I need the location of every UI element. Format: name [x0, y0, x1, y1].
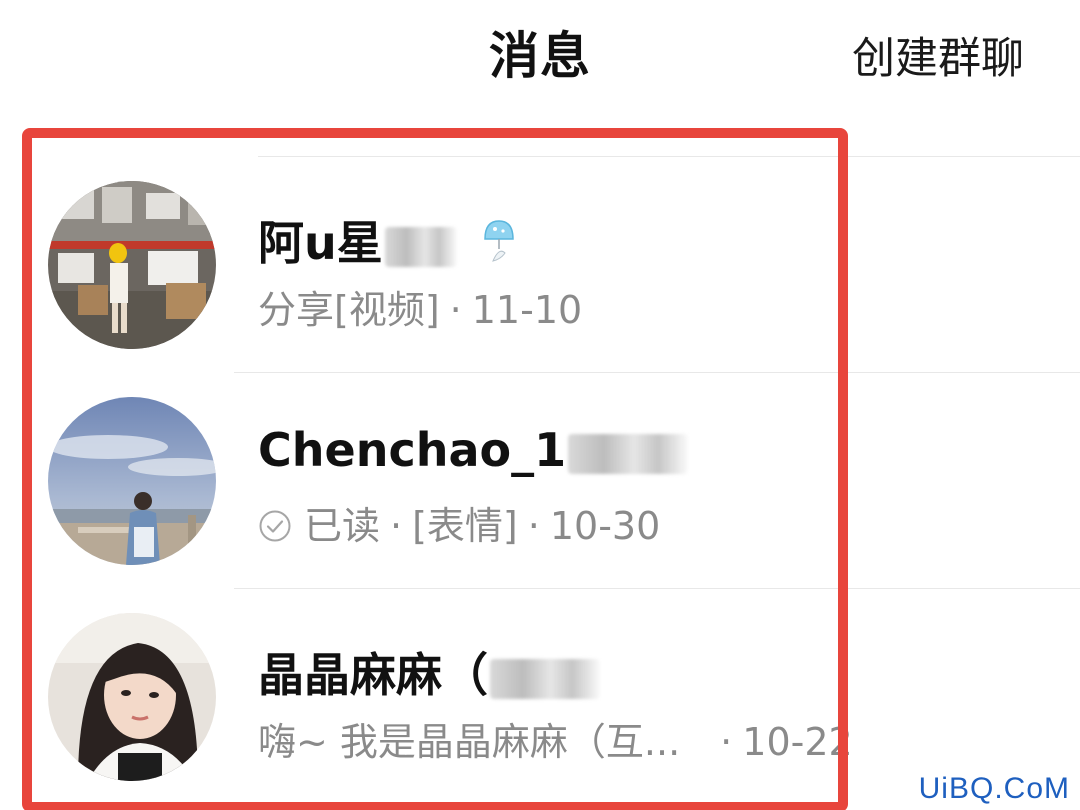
timestamp: 11-10 — [471, 288, 583, 332]
avatar[interactable] — [48, 397, 216, 565]
timestamp: 10-30 — [549, 504, 661, 548]
watermark: UiBQ.CoM — [918, 772, 1070, 805]
avatar[interactable] — [48, 613, 216, 781]
conversation-item[interactable]: 阿u星 分享[视频] · 11-10 — [0, 157, 1080, 373]
conversation-preview: 分享[视频] · 11-10 — [258, 279, 582, 334]
wind-chime-icon — [479, 217, 519, 276]
messages-screen: 消息 创建群聊 阿u星 分享[视频] · 11-10 Chenchao_1 已读… — [0, 0, 1080, 810]
separator: · — [527, 504, 540, 548]
preview-text: 嗨~ 我是晶晶麻麻（互... — [258, 720, 681, 764]
timestamp: 10-22 — [742, 720, 853, 764]
header: 消息 创建群聊 — [0, 0, 1080, 110]
conversation-name-text: 晶晶麻麻（ — [258, 648, 488, 702]
preview-text: [表情] — [412, 504, 518, 548]
conversation-name: 阿u星 — [258, 207, 519, 276]
conversation-name-text: Chenchao_1 — [258, 423, 567, 477]
redacted-blur — [490, 658, 600, 699]
redacted-blur — [568, 433, 689, 474]
read-check-icon — [258, 508, 292, 552]
redacted-blur — [384, 226, 457, 267]
conversation-name: Chenchao_1 — [258, 423, 689, 477]
conversation-preview: 嗨~ 我是晶晶麻麻（互... · 10-22 — [258, 711, 853, 766]
avatar[interactable] — [48, 181, 216, 349]
conversation-preview: 已读 · [表情] · 10-30 — [258, 495, 660, 552]
conversation-name-text: 阿u星 — [258, 216, 383, 270]
separator: · — [449, 288, 462, 332]
conversation-name: 晶晶麻麻（ — [258, 639, 600, 705]
separator: · — [390, 504, 403, 548]
separator: · — [720, 720, 733, 764]
conversation-item[interactable]: Chenchao_1 已读 · [表情] · 10-30 — [0, 373, 1080, 589]
read-status: 已读 — [304, 504, 381, 548]
page-title: 消息 — [489, 27, 591, 85]
create-group-button[interactable]: 创建群聊 — [838, 24, 1038, 86]
preview-text: 分享[视频] — [258, 288, 440, 332]
